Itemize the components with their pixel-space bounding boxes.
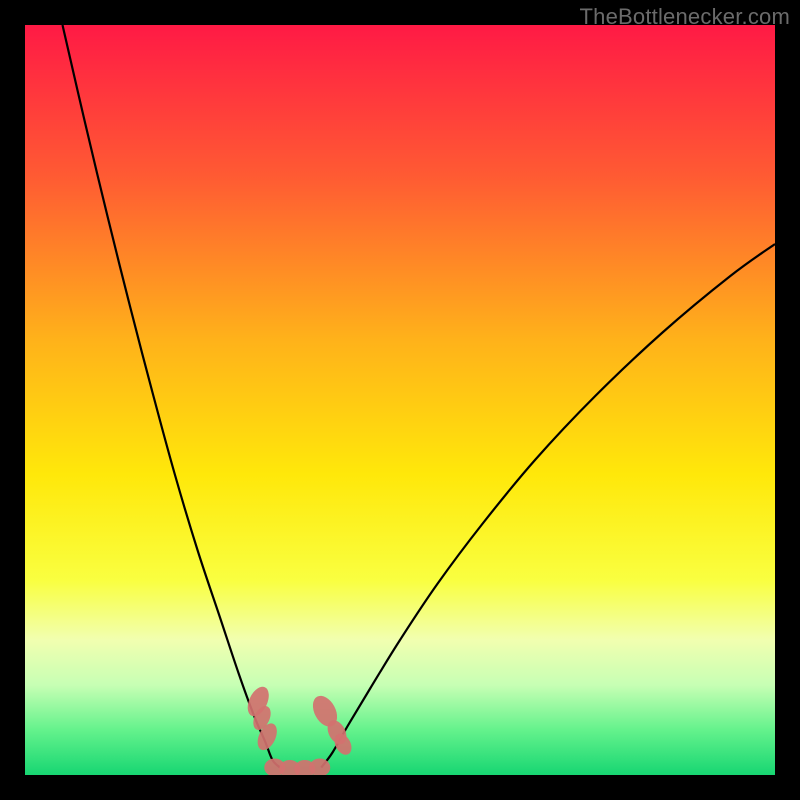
watermark-text: TheBottlenecker.com (580, 4, 790, 30)
gradient-background (25, 25, 775, 775)
chart-container: TheBottlenecker.com (0, 0, 800, 800)
bottleneck-chart (25, 25, 775, 775)
